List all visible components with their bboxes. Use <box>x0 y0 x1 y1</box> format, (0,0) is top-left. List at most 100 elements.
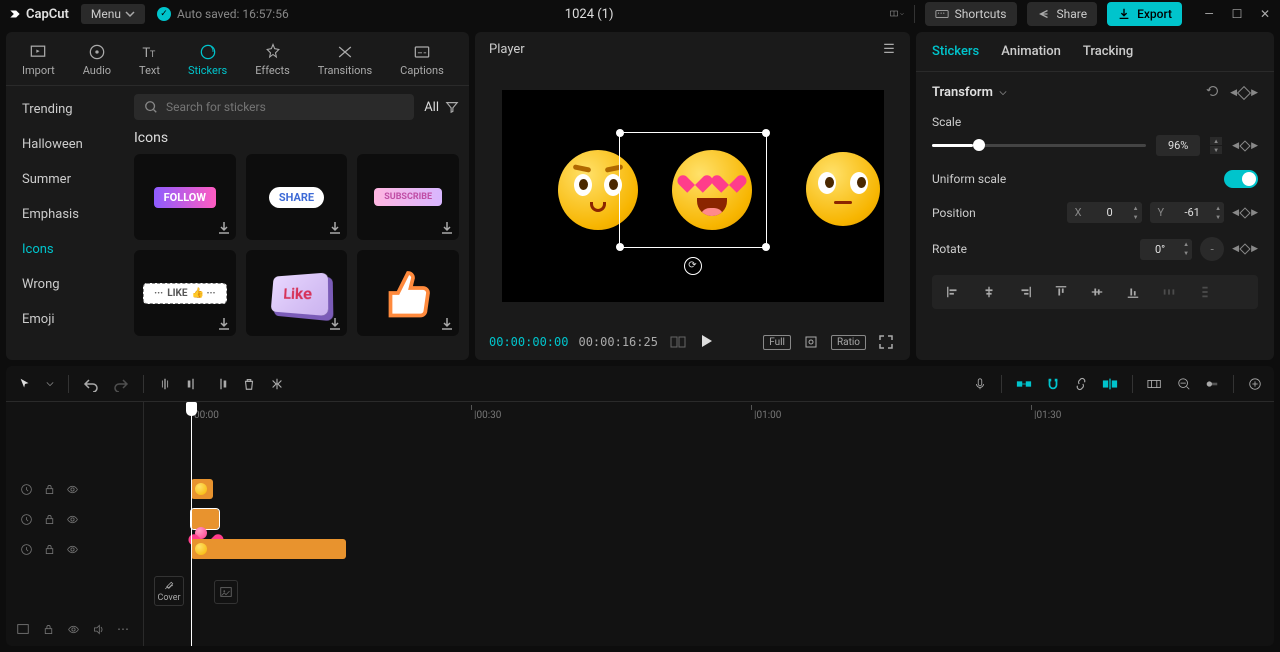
emoji-neutral[interactable] <box>806 152 880 226</box>
trim-right-tool[interactable] <box>214 377 228 391</box>
clip-emoji-2[interactable] <box>191 509 219 529</box>
pointer-tool[interactable] <box>18 377 32 391</box>
more-icon[interactable]: ⋯ <box>117 622 129 636</box>
sticker-like-3d[interactable]: Like <box>246 250 348 336</box>
download-icon[interactable] <box>216 316 232 332</box>
sticker-like[interactable]: ··· LIKE 👍 ··· <box>134 250 236 336</box>
align-center-v[interactable] <box>1082 281 1112 303</box>
share-button[interactable]: Share <box>1027 2 1098 26</box>
scale-slider[interactable] <box>932 144 1146 147</box>
align-bottom[interactable] <box>1118 281 1148 303</box>
maximize-icon[interactable]: ☐ <box>1230 7 1244 21</box>
cat-summer[interactable]: Summer <box>12 164 118 195</box>
clock-icon[interactable] <box>20 543 33 556</box>
keyframe-nav[interactable]: ◀▶ <box>1230 84 1258 101</box>
player-canvas[interactable]: ⟳ <box>475 67 910 324</box>
redo-button[interactable] <box>113 376 129 392</box>
shortcuts-button[interactable]: Shortcuts <box>925 2 1017 26</box>
pointer-dropdown[interactable] <box>46 380 54 388</box>
split-tool[interactable] <box>158 377 172 391</box>
tab-stickers[interactable]: Stickers <box>182 38 233 85</box>
menu-button[interactable]: Menu <box>81 4 145 24</box>
tab-stickers-props[interactable]: Stickers <box>932 44 979 59</box>
full-button[interactable]: Full <box>763 335 791 350</box>
track-2[interactable] <box>144 504 1274 534</box>
uniform-scale-toggle[interactable] <box>1224 170 1258 188</box>
clip-emoji-1[interactable] <box>191 479 213 499</box>
eye-icon[interactable] <box>66 513 79 526</box>
track-1[interactable] <box>144 474 1274 504</box>
tab-import[interactable]: Import <box>16 38 61 85</box>
tab-effects[interactable]: Effects <box>249 38 296 85</box>
timeline-tracks[interactable]: 00:00 |00:30 |01:00 |01:30 Cover <box>144 402 1274 646</box>
keyframe-nav[interactable]: ◀▶ <box>1232 208 1258 218</box>
clip-emoji-3[interactable] <box>191 539 346 559</box>
eye-icon[interactable] <box>66 543 79 556</box>
keyframe-nav[interactable]: ◀▶ <box>1232 244 1258 254</box>
scale-stepper[interactable]: ▲▼ <box>1210 137 1222 154</box>
more-tabs-icon[interactable] <box>466 52 469 71</box>
zoom-slider[interactable] <box>1205 377 1219 391</box>
minimize-icon[interactable]: — <box>1202 7 1216 21</box>
tab-tracking[interactable]: Tracking <box>1083 44 1133 59</box>
fullscreen-icon[interactable] <box>876 332 896 352</box>
download-icon[interactable] <box>327 316 343 332</box>
cat-trending[interactable]: Trending <box>12 94 118 125</box>
track-3[interactable] <box>144 534 1274 564</box>
ratio-button[interactable]: Ratio <box>831 335 866 350</box>
close-icon[interactable]: ✕ <box>1258 7 1272 21</box>
download-icon[interactable] <box>216 220 232 236</box>
align-top[interactable] <box>1046 281 1076 303</box>
zoom-out[interactable] <box>1177 377 1191 391</box>
align-right[interactable] <box>1010 281 1040 303</box>
export-button[interactable]: Export <box>1107 2 1182 26</box>
cat-emphasis[interactable]: Emphasis <box>12 199 118 230</box>
scale-value[interactable]: 96% <box>1156 135 1200 156</box>
cat-emoji[interactable]: Emoji <box>12 304 118 335</box>
cat-icons[interactable]: Icons <box>12 234 118 265</box>
tab-captions[interactable]: Captions <box>394 38 450 85</box>
compare-icon[interactable] <box>668 332 688 352</box>
tab-animation[interactable]: Animation <box>1001 44 1061 59</box>
undo-button[interactable] <box>83 376 99 392</box>
sticker-subscribe[interactable]: SUBSCRIBE <box>357 154 459 240</box>
cat-wrong[interactable]: Wrong <box>12 269 118 300</box>
tab-transitions[interactable]: Transitions <box>312 38 378 85</box>
lock-icon[interactable] <box>42 623 55 636</box>
pos-x-input[interactable]: X0▲▼ <box>1067 202 1142 223</box>
chevron-down-icon[interactable] <box>999 89 1007 97</box>
clock-icon[interactable] <box>20 483 33 496</box>
cover-placeholder-icon[interactable] <box>16 622 30 636</box>
tab-audio[interactable]: Audio <box>77 38 117 85</box>
align-left[interactable] <box>938 281 968 303</box>
magnet-tool[interactable] <box>1046 377 1060 391</box>
record-audio[interactable] <box>973 377 987 391</box>
add-cover-slot[interactable] <box>214 580 238 604</box>
pos-y-input[interactable]: Y-61▲▼ <box>1150 202 1225 223</box>
play-button[interactable] <box>698 333 714 352</box>
eye-icon[interactable] <box>67 623 80 636</box>
sticker-follow[interactable]: FOLLOW <box>134 154 236 240</box>
emoji-worried[interactable] <box>558 150 638 230</box>
volume-icon[interactable] <box>92 623 105 636</box>
delete-tool[interactable] <box>242 377 256 391</box>
sticker-share[interactable]: SHARE <box>246 154 348 240</box>
lock-icon[interactable] <box>43 483 56 496</box>
trim-left-tool[interactable] <box>186 377 200 391</box>
lock-icon[interactable] <box>43 543 56 556</box>
player-menu-icon[interactable]: ☰ <box>882 43 896 57</box>
crop-icon[interactable] <box>801 332 821 352</box>
clock-icon[interactable] <box>20 513 33 526</box>
snap-tool[interactable] <box>1016 377 1032 391</box>
rotate-handle[interactable]: ⟳ <box>684 257 702 275</box>
rotate-dial[interactable]: - <box>1200 237 1224 261</box>
clip-view[interactable] <box>1147 377 1163 391</box>
add-track[interactable] <box>1248 377 1262 391</box>
tab-text[interactable]: TTText <box>133 38 166 85</box>
preview-tool[interactable] <box>1102 377 1118 391</box>
playhead[interactable] <box>191 402 192 646</box>
rotate-input[interactable]: 0°▲▼ <box>1140 239 1192 260</box>
sticker-thumbs[interactable] <box>357 250 459 336</box>
align-center-h[interactable] <box>974 281 1004 303</box>
link-tool[interactable] <box>1074 377 1088 391</box>
